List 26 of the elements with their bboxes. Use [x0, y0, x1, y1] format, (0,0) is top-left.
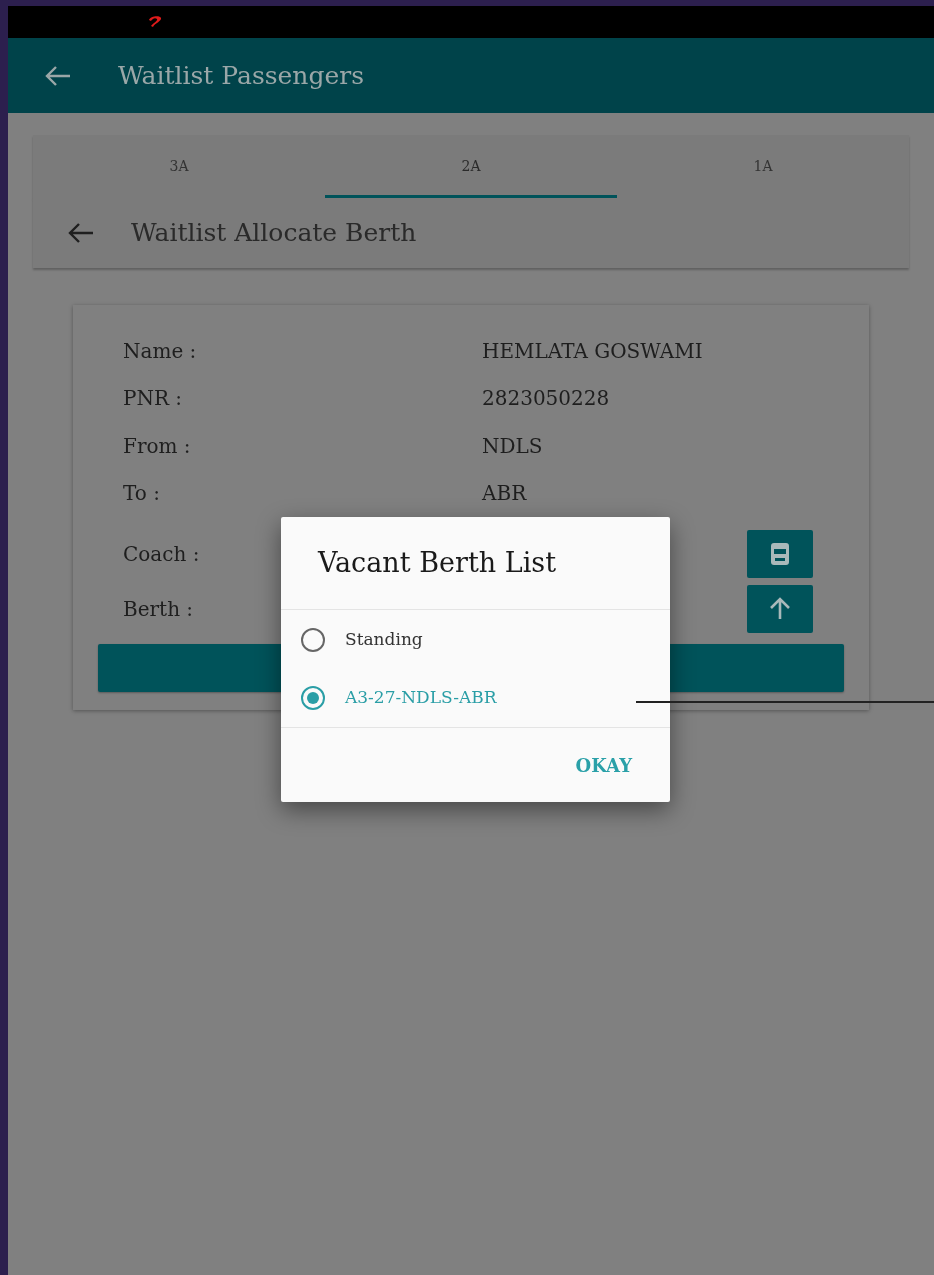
radio-label[interactable]: A3-27-NDLS-ABR [345, 684, 497, 711]
field-label: PNR : [123, 385, 184, 413]
dialog-title: Vacant Berth List [318, 545, 556, 580]
field-label: Coach : [123, 541, 200, 568]
back-arrow-icon[interactable] [67, 222, 95, 244]
seat-button[interactable] [747, 530, 813, 578]
upload-button[interactable] [747, 585, 813, 633]
field-label: From : [123, 432, 192, 460]
field-label: To : [123, 480, 161, 508]
field-value: ABR [482, 480, 527, 508]
field-value: 2823050228 [482, 385, 610, 413]
radio-label[interactable]: Standing [345, 626, 423, 653]
tab[interactable]: 1A [617, 135, 909, 198]
field-label: Berth : [123, 596, 194, 623]
app-bar-title: Waitlist Passengers [118, 59, 365, 92]
field-label: Name : [123, 337, 198, 365]
radio-button[interactable] [300, 626, 326, 653]
field-value: HEMLATA GOSWAMI [482, 337, 703, 365]
up-arrow-icon [769, 597, 791, 621]
tab[interactable]: 3A [33, 135, 325, 198]
back-arrow-icon[interactable] [44, 64, 72, 87]
field-value: NDLS [482, 432, 543, 460]
radio-button[interactable] [300, 684, 326, 711]
sub-header-title: Waitlist Allocate Berth [131, 217, 417, 250]
okay-button[interactable]: OKAY [575, 751, 632, 779]
logo-icon [146, 15, 164, 29]
